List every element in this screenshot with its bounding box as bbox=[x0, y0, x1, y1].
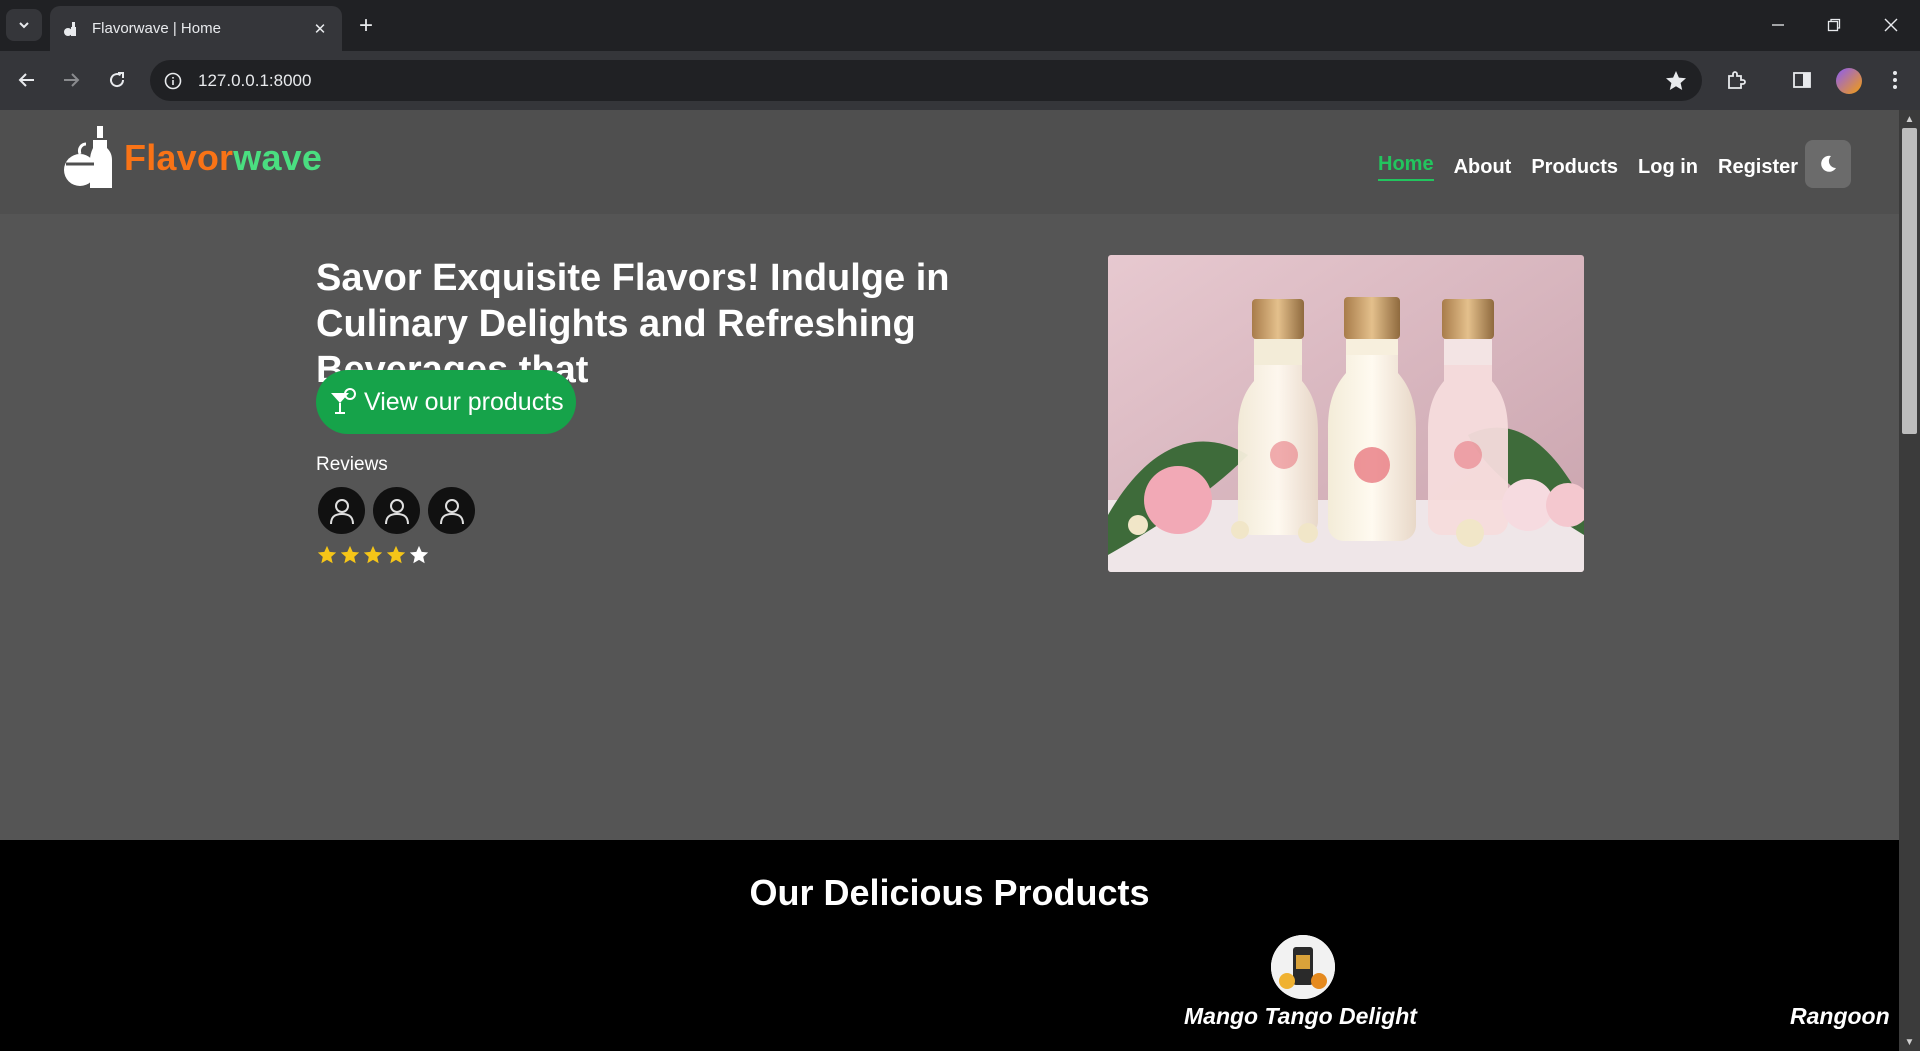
rating-stars bbox=[316, 544, 431, 566]
browser-toolbar: 127.0.0.1:8000 bbox=[0, 51, 1920, 110]
reviewer-avatars bbox=[316, 485, 481, 536]
moon-icon bbox=[1821, 155, 1836, 172]
user-icon bbox=[384, 498, 409, 524]
close-window-icon[interactable] bbox=[1871, 10, 1911, 40]
side-panel-icon[interactable] bbox=[1788, 66, 1816, 94]
brand-name-part1: Flavor bbox=[124, 137, 234, 178]
reviewer-avatar bbox=[316, 485, 367, 536]
forward-arrow-icon[interactable] bbox=[56, 65, 86, 95]
nav-link-about[interactable]: About bbox=[1454, 156, 1512, 179]
page-scrollbar[interactable]: ▲ ▼ bbox=[1899, 110, 1920, 1051]
profile-avatar[interactable] bbox=[1836, 68, 1862, 94]
browser-menu-kebab-icon[interactable] bbox=[1881, 66, 1909, 94]
view-products-label: View our products bbox=[364, 387, 564, 416]
star-filled-icon bbox=[363, 545, 383, 564]
star-filled-icon bbox=[340, 545, 360, 564]
mango-drink-image bbox=[1271, 935, 1335, 999]
close-tab-icon[interactable]: ✕ bbox=[310, 19, 330, 39]
url-text[interactable]: 127.0.0.1:8000 bbox=[198, 71, 311, 91]
product-thumbnail[interactable] bbox=[1271, 935, 1335, 999]
products-section: Our Delicious Products Mango Tango Delig… bbox=[0, 840, 1899, 1051]
site-info-icon[interactable] bbox=[162, 70, 184, 92]
browser-tab-bar: Flavorwave | Home ✕ + bbox=[0, 0, 1920, 51]
scroll-down-arrow-icon[interactable]: ▼ bbox=[1899, 1033, 1920, 1051]
user-icon bbox=[439, 498, 464, 524]
minimize-window-icon[interactable] bbox=[1758, 10, 1798, 40]
star-empty-icon bbox=[409, 545, 429, 564]
view-products-button[interactable]: View our products bbox=[316, 370, 576, 434]
bookmark-star-icon[interactable] bbox=[1664, 69, 1688, 93]
nav-link-home[interactable]: Home bbox=[1378, 153, 1434, 181]
browser-tab[interactable]: Flavorwave | Home ✕ bbox=[50, 6, 342, 51]
site-logo[interactable]: Flavorwave bbox=[62, 126, 322, 190]
nav-link-login[interactable]: Log in bbox=[1638, 156, 1698, 179]
products-heading: Our Delicious Products bbox=[749, 872, 1150, 913]
nav-link-products[interactable]: Products bbox=[1531, 156, 1618, 179]
site-favicon-icon bbox=[62, 20, 80, 38]
reload-icon[interactable] bbox=[102, 65, 132, 95]
brand-name-part2: wave bbox=[233, 137, 323, 178]
page-viewport: Flavorwave Home About Products Log in Re… bbox=[0, 110, 1920, 1051]
brand-name: Flavorwave bbox=[124, 137, 322, 179]
reviewer-avatar bbox=[426, 485, 477, 536]
cocktail-glass-icon bbox=[331, 388, 356, 414]
extensions-puzzle-icon[interactable] bbox=[1722, 66, 1750, 94]
back-arrow-icon[interactable] bbox=[12, 65, 42, 95]
site-header: Flavorwave Home About Products Log in Re… bbox=[0, 110, 1899, 214]
bottle-and-fruit-logo-icon bbox=[64, 126, 112, 188]
new-tab-plus-icon[interactable]: + bbox=[352, 12, 380, 40]
lychee-drink-bottles-image bbox=[1108, 255, 1584, 572]
restore-window-icon[interactable] bbox=[1814, 10, 1854, 40]
reviews-label: Reviews bbox=[316, 454, 388, 475]
scroll-up-arrow-icon[interactable]: ▲ bbox=[1899, 110, 1920, 128]
tab-title: Flavorwave | Home bbox=[92, 20, 221, 37]
star-filled-icon bbox=[317, 545, 337, 564]
main-nav: Home About Products Log in Register bbox=[1378, 152, 1818, 182]
tab-search-chevron-icon[interactable] bbox=[6, 9, 42, 41]
hero-product-image bbox=[1108, 255, 1584, 572]
theme-toggle-button[interactable] bbox=[1805, 140, 1851, 188]
scrollbar-thumb[interactable] bbox=[1902, 128, 1917, 434]
address-bar[interactable]: 127.0.0.1:8000 bbox=[150, 60, 1702, 101]
product-name[interactable]: Mango Tango Delight bbox=[1184, 1003, 1417, 1030]
nav-link-register[interactable]: Register bbox=[1718, 156, 1798, 179]
star-filled-icon bbox=[386, 545, 406, 564]
product-name[interactable]: Rangoon bbox=[1790, 1003, 1890, 1030]
reviewer-avatar bbox=[371, 485, 422, 536]
user-icon bbox=[329, 498, 354, 524]
